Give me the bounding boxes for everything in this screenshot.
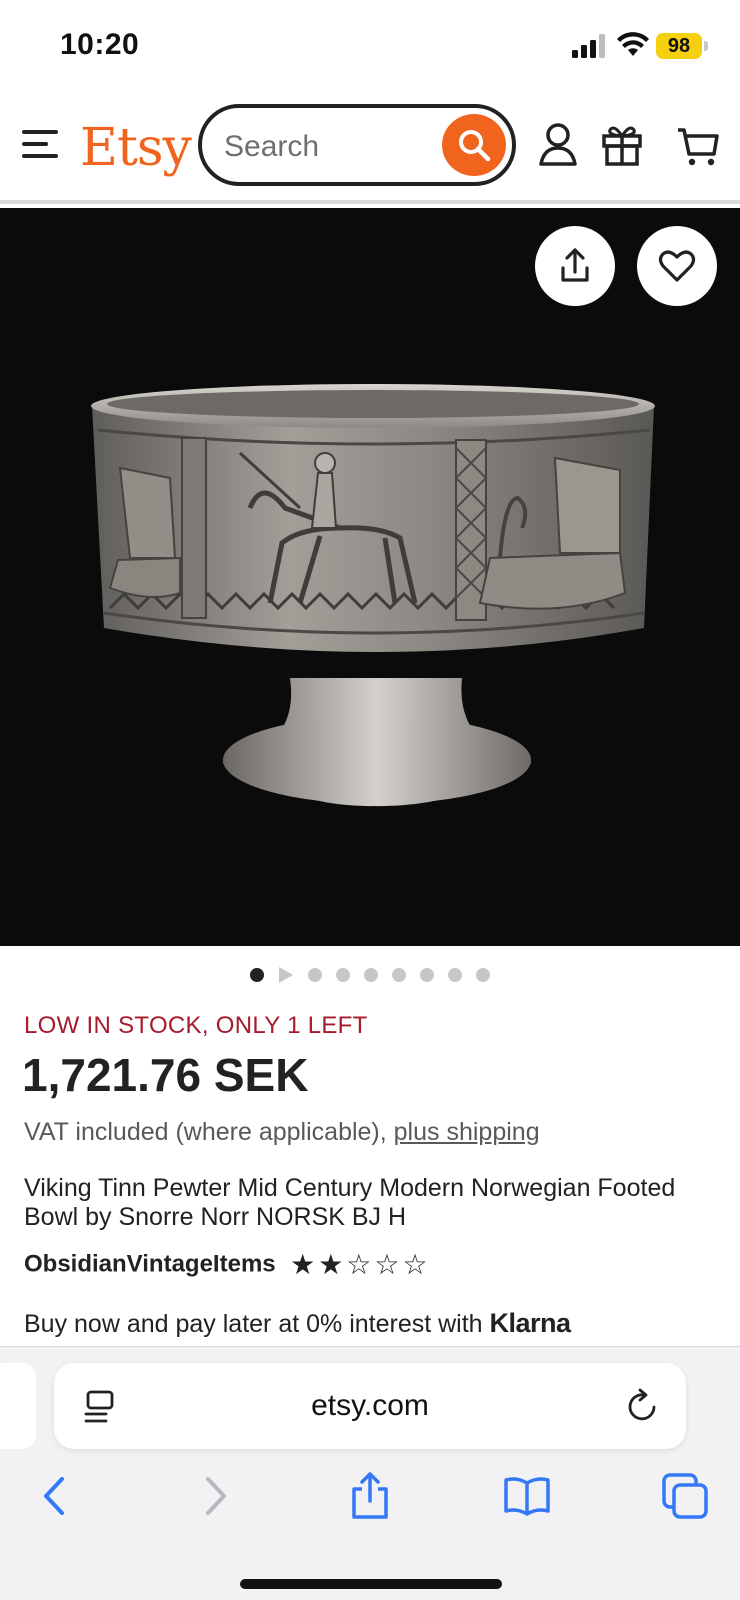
heart-icon [658,250,696,282]
vat-note: VAT included (where applicable), plus sh… [24,1118,540,1147]
klarna-text: Buy now and pay later at 0% interest wit… [24,1310,490,1338]
star-empty-icon: ☆ [346,1249,372,1280]
account-icon[interactable] [536,120,580,168]
search-placeholder: Search [224,130,320,163]
shipping-link[interactable]: plus shipping [394,1118,540,1146]
reload-icon[interactable] [624,1387,660,1425]
image-carousel-dots [0,966,740,986]
etsy-logo[interactable]: Etsy [80,118,192,178]
vat-text: VAT included (where applicable), [24,1118,394,1146]
carousel-dot[interactable] [308,967,322,982]
shop-row: ObsidianVintageItems ★ ★ ☆ ☆ ☆ [24,1248,431,1282]
carousel-dot[interactable] [420,967,434,982]
address-bar[interactable]: etsy.com [54,1363,686,1449]
home-indicator [240,1579,502,1589]
battery-cap [704,41,708,51]
status-bar: 10:20 98 [0,0,740,92]
listing-title: Viking Tinn Pewter Mid Century Modern No… [24,1174,676,1231]
star-filled-icon: ★ [318,1249,344,1280]
cellular-signal-icon [572,34,605,58]
site-header: Etsy Search [0,92,740,204]
shop-rating[interactable]: ★ ★ ☆ ☆ ☆ [290,1248,431,1281]
share-icon [561,248,589,282]
klarna-logo: Klarna [489,1308,572,1338]
carousel-dot[interactable] [364,967,378,982]
back-icon[interactable] [30,1471,80,1521]
favorite-button[interactable] [637,226,717,306]
product-image[interactable] [0,208,740,946]
gift-icon[interactable] [600,120,644,168]
url-text: etsy.com [311,1389,429,1422]
wifi-icon [617,32,649,56]
share-button[interactable] [535,226,615,306]
search-button[interactable] [442,114,506,176]
star-empty-icon: ☆ [374,1249,400,1280]
shop-name-link[interactable]: ObsidianVintageItems [24,1251,276,1278]
star-empty-icon: ☆ [402,1249,428,1280]
pewter-bowl-photo [0,208,740,946]
bookmarks-icon[interactable] [502,1471,552,1521]
stock-notice: LOW IN STOCK, ONLY 1 LEFT [24,1012,368,1039]
carousel-video-dot-icon[interactable] [279,966,293,983]
battery-level: 98 [656,33,702,59]
star-filled-icon: ★ [290,1249,316,1280]
clock: 10:20 [60,28,140,61]
search-input[interactable]: Search [198,104,516,186]
price: 1,721.76 SEK [22,1049,309,1101]
carousel-dot[interactable] [336,967,350,982]
previous-tab-preview[interactable] [0,1363,36,1449]
forward-icon[interactable] [190,1471,240,1521]
carousel-dot[interactable] [392,967,406,982]
carousel-dot[interactable] [448,967,462,982]
browser-toolbar: etsy.com [0,1346,740,1600]
search-icon [459,130,491,162]
carousel-dot[interactable] [476,967,490,982]
share-icon[interactable] [345,1471,395,1521]
klarna-promo[interactable]: Buy now and pay later at 0% interest wit… [24,1308,571,1339]
hamburger-menu-icon[interactable] [22,130,62,160]
tabs-icon[interactable] [660,1471,710,1521]
carousel-dot-active[interactable] [250,967,264,982]
cart-icon[interactable] [676,120,720,168]
